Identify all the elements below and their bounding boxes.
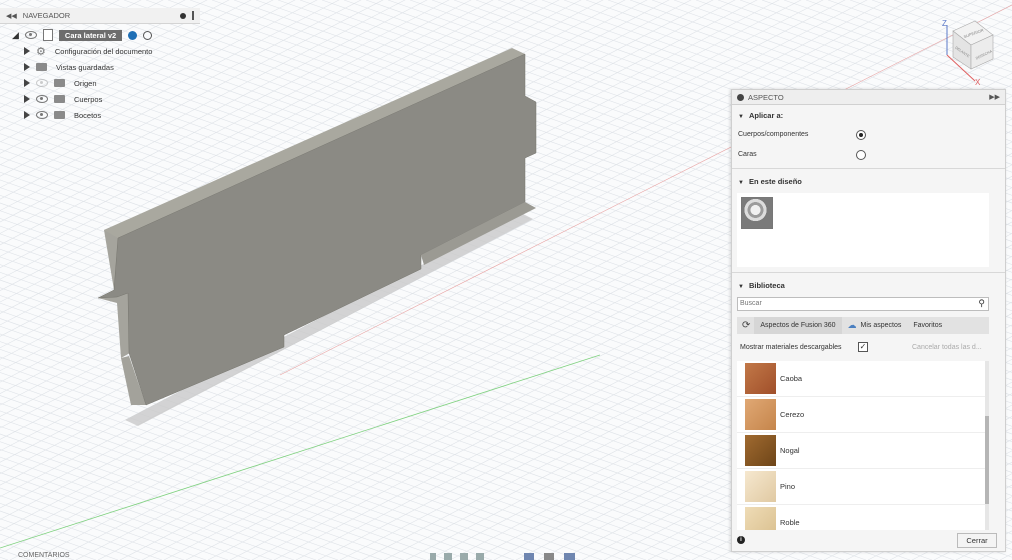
material-name: Nogal <box>780 446 800 455</box>
collapse-icon[interactable]: ◀◀ <box>6 12 17 20</box>
radio-active-icon[interactable] <box>143 30 153 40</box>
expand-triangle-icon[interactable] <box>24 63 30 71</box>
activate-icon[interactable] <box>128 30 138 40</box>
search-icon[interactable]: ⚲ <box>978 298 985 309</box>
appearance-panel: ASPECTO ▶▶ Aplicar a: Cuerpos/componente… <box>731 89 1006 552</box>
root-label[interactable]: Cara lateral v2 <box>58 29 123 41</box>
material-swatch <box>745 435 776 466</box>
design-appearance-swatch[interactable] <box>741 197 773 229</box>
gear-icon: ⚙ <box>36 45 46 58</box>
panel-close-icon[interactable] <box>737 93 744 101</box>
folder-icon <box>54 111 65 119</box>
folder-icon <box>54 79 65 87</box>
list-item[interactable]: Roble <box>737 505 989 530</box>
appearance-title: ASPECTO <box>748 92 784 102</box>
visibility-eye-icon[interactable] <box>24 31 37 39</box>
section-divider <box>732 168 1005 169</box>
show-downloadable-checkbox[interactable]: ✓ <box>858 342 868 352</box>
cancel-all-downloads[interactable]: Cancelar todas las d... <box>912 344 982 351</box>
material-name: Roble <box>780 518 800 527</box>
search-input[interactable] <box>738 298 967 308</box>
green-axis <box>0 354 601 549</box>
materials-scrollbar[interactable] <box>985 361 989 530</box>
visibility-eye-icon[interactable] <box>36 79 48 87</box>
folder-icon <box>54 95 65 103</box>
tab-fusion-appearances[interactable]: Aspectos de Fusion 360 <box>754 317 842 334</box>
tab-my-appearances[interactable]: ☁ Mis aspectos <box>842 317 908 334</box>
library-tabs: ⟳ Aspectos de Fusion 360 ☁ Mis aspectos … <box>737 317 989 334</box>
list-item[interactable]: Caoba <box>737 361 989 397</box>
option-faces-label: Caras <box>738 151 757 158</box>
tree-root[interactable]: ◢ Cara lateral v2 <box>12 28 153 42</box>
axis-z-label: Z <box>942 19 947 28</box>
tree-item-origin[interactable]: Origen <box>24 76 97 90</box>
material-swatch <box>745 399 776 430</box>
option-bodies-label: Cuerpos/componentes <box>738 131 809 138</box>
tree-item-label: Bocetos <box>74 110 102 120</box>
expand-triangle-icon[interactable] <box>24 95 30 103</box>
section-divider <box>732 272 1005 273</box>
in-design-section-title[interactable]: En este diseño <box>738 177 802 186</box>
tree-item-bodies[interactable]: Cuerpos <box>24 92 102 106</box>
tree-item-label: Origen <box>74 78 97 88</box>
tree-item-label: Vistas guardadas <box>56 62 114 72</box>
tab-label: Mis aspectos <box>860 322 902 329</box>
tree-item-settings[interactable]: ⚙ Configuración del documento <box>24 44 152 58</box>
material-name: Cerezo <box>780 410 805 419</box>
navigator-panel: ◀◀ NAVEGADOR <box>0 8 200 24</box>
list-item[interactable]: Cerezo <box>737 397 989 433</box>
expand-triangle-icon[interactable] <box>24 79 30 87</box>
collapse-triangle-icon[interactable]: ◢ <box>12 30 19 41</box>
refresh-icon[interactable]: ⟳ <box>737 320 754 331</box>
material-name: Caoba <box>780 374 803 383</box>
material-name: Pino <box>780 482 796 491</box>
list-item[interactable]: Nogal <box>737 433 989 469</box>
comments-label[interactable]: COMENTARIOS <box>18 552 70 559</box>
radio-bodies[interactable] <box>856 130 866 140</box>
material-swatch <box>745 507 776 530</box>
material-swatch <box>745 363 776 394</box>
navigation-toolbar[interactable] <box>430 553 575 560</box>
tab-favorites[interactable]: Favoritos <box>907 317 948 334</box>
list-item[interactable]: Pino <box>737 469 989 505</box>
tree-item-label: Cuerpos <box>74 94 103 104</box>
visibility-eye-icon[interactable] <box>36 95 48 103</box>
pin-icon[interactable] <box>180 12 186 19</box>
apply-section-title[interactable]: Aplicar a: <box>738 111 783 120</box>
library-section-title[interactable]: Biblioteca <box>738 281 785 290</box>
panel-options-icon[interactable] <box>192 11 194 20</box>
viewcube[interactable]: Z X SUPERIOR DELANTE DERECHA <box>935 15 1003 87</box>
expand-triangle-icon[interactable] <box>24 47 30 55</box>
info-icon[interactable]: i <box>737 536 745 544</box>
document-icon <box>42 29 53 41</box>
radio-faces[interactable] <box>856 150 866 160</box>
tree-item-sketches[interactable]: Bocetos <box>24 108 101 122</box>
cloud-icon: ☁ <box>847 320 857 330</box>
appearance-header: ASPECTO ▶▶ <box>732 90 1005 105</box>
tree-item-saved-views[interactable]: Vistas guardadas <box>24 60 114 74</box>
close-button[interactable]: Cerrar <box>957 533 997 548</box>
navigator-title: NAVEGADOR <box>22 11 71 20</box>
expand-panel-icon[interactable]: ▶▶ <box>989 93 1000 101</box>
library-search[interactable]: ⚲ <box>737 297 989 311</box>
expand-triangle-icon[interactable] <box>24 111 30 119</box>
tree-item-label: Configuración del documento <box>54 46 153 56</box>
scroll-thumb[interactable] <box>985 416 989 504</box>
navigator-header: ◀◀ NAVEGADOR <box>0 8 200 24</box>
material-swatch <box>745 471 776 502</box>
visibility-eye-icon[interactable] <box>36 111 48 119</box>
folder-icon <box>36 63 47 71</box>
materials-list: Caoba Cerezo Nogal Pino Roble <box>737 361 989 530</box>
bottom-bar: COMENTARIOS <box>0 552 1012 560</box>
axis-x-label: X <box>975 78 981 87</box>
in-design-area <box>737 193 989 267</box>
show-downloadable-label: Mostrar materiales descargables <box>740 344 842 351</box>
